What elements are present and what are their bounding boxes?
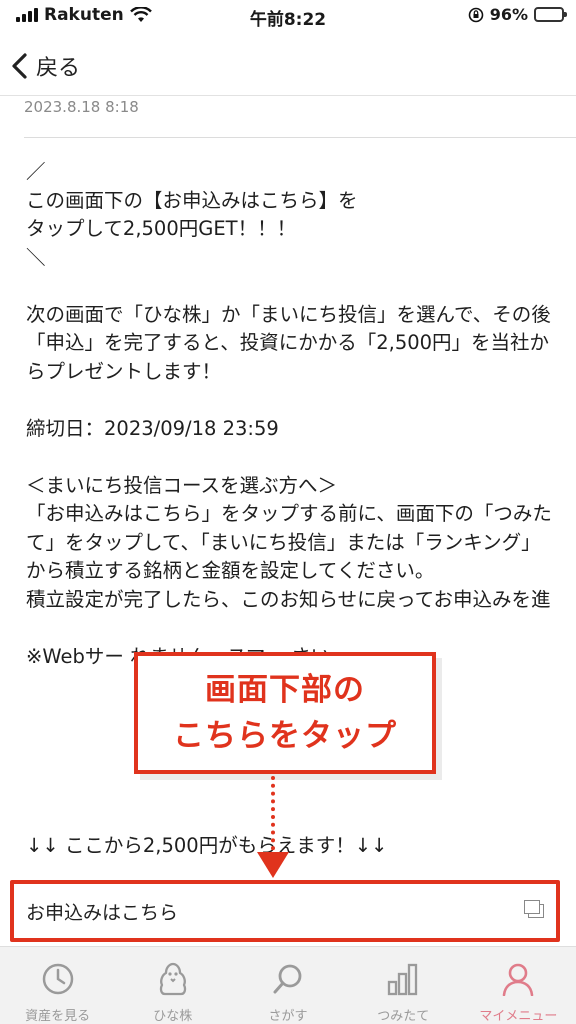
message-paragraph: ／ この画面下の【お申込みはこちら】を タップして2,500円GET！！！ ＼ xyxy=(26,160,358,269)
status-bar: Rakuten 午前8:22 96% xyxy=(0,0,576,34)
arrow-down-icon xyxy=(257,852,289,878)
orientation-lock-icon xyxy=(468,7,484,22)
tab-tsumitate[interactable]: つみたて xyxy=(346,947,461,1024)
tab-assets[interactable]: 資産を見る xyxy=(0,947,115,1024)
person-icon xyxy=(498,959,538,999)
clock-icon xyxy=(38,959,78,999)
callout-arrow-line xyxy=(271,776,275,858)
battery-percent: 96% xyxy=(489,5,528,24)
battery-group: 96% xyxy=(468,5,567,24)
tab-label: ひな株 xyxy=(153,1009,193,1024)
nav-bar: 戻る xyxy=(0,36,576,96)
tab-search[interactable]: さがす xyxy=(230,947,345,1024)
back-button[interactable]: 戻る xyxy=(10,46,80,86)
message-paragraph: ＜まいにち投信コースを選ぶ方へ＞ 「お申込みはこちら」をタップする前に、画面下の… xyxy=(26,473,552,611)
apply-button-label: お申込みはこちら xyxy=(26,901,179,924)
callout-box: 画面下部の こちらをタップ xyxy=(134,652,436,774)
tab-mymenu[interactable]: マイメニュー xyxy=(461,947,576,1024)
message-paragraph: 次の画面で「ひな株」か「まいにち投信」を選んで、その後「申込」を完了すると、投資… xyxy=(26,302,551,383)
tab-label: さがす xyxy=(268,1009,308,1024)
chick-icon xyxy=(153,959,193,999)
message-body: ／ この画面下の【お申込みはこちら】を タップして2,500円GET！！！ ＼ … xyxy=(26,158,556,671)
tab-label: 資産を見る xyxy=(25,1009,91,1024)
tab-label: マイメニュー xyxy=(479,1009,558,1024)
tab-bar: 資産を見る ひな株 さがす つみたて マイメニュー xyxy=(0,946,576,1024)
battery-icon xyxy=(534,7,567,22)
cta-text: ↓↓ ここから2,500円がもらえます！↓↓ xyxy=(26,834,388,857)
external-link-icon xyxy=(524,900,544,918)
chevron-left-icon xyxy=(12,53,27,79)
tab-hinakabu[interactable]: ひな株 xyxy=(115,947,230,1024)
bar-chart-icon xyxy=(383,959,423,999)
divider xyxy=(24,137,576,138)
apply-button[interactable]: お申込みはこちら xyxy=(8,880,564,942)
message-date: 2023.8.18 8:18 xyxy=(24,98,139,116)
back-label: 戻る xyxy=(36,56,81,81)
deadline-text: 締切日：2023/09/18 23:59 xyxy=(26,416,279,440)
tab-label: つみたて xyxy=(377,1009,430,1024)
search-icon xyxy=(268,959,308,999)
callout-line: こちらをタップ xyxy=(173,718,397,754)
callout-line: 画面下部の xyxy=(205,672,365,708)
